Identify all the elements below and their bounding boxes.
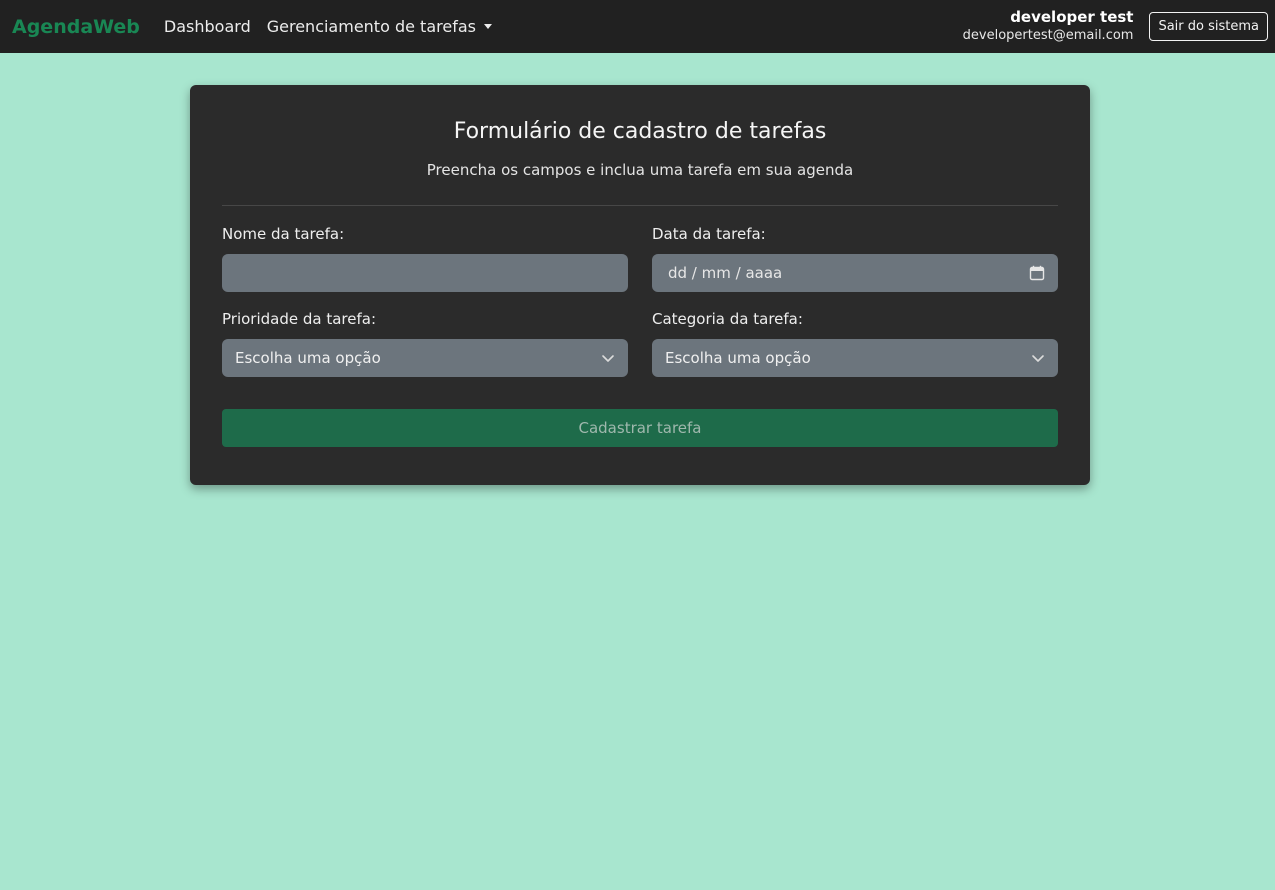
user-name: developer test: [1010, 8, 1134, 27]
task-date-input[interactable]: dd / mm / aaaa: [652, 254, 1058, 292]
top-navbar: AgendaWeb Dashboard Gerenciamento de tar…: [0, 0, 1275, 53]
user-info: developer test developertest@email.com: [963, 8, 1134, 44]
form-fields: Nome da tarefa: Data da tarefa: dd / mm …: [222, 225, 1058, 377]
task-priority-select[interactable]: Escolha uma opção: [222, 339, 628, 377]
logout-button[interactable]: Sair do sistema: [1149, 12, 1268, 41]
form-subtitle: Preencha os campos e inclua uma tarefa e…: [426, 161, 854, 179]
field-task-priority: Prioridade da tarefa: Escolha uma opção: [222, 310, 628, 377]
caret-down-icon: [483, 24, 492, 29]
chevron-down-icon: [602, 355, 614, 362]
task-date-label: Data da tarefa:: [652, 225, 766, 243]
task-name-label: Nome da tarefa:: [222, 225, 345, 243]
calendar-icon[interactable]: [1029, 265, 1045, 281]
priority-selected-value: Escolha uma opção: [235, 349, 381, 367]
task-category-select[interactable]: Escolha uma opção: [652, 339, 1058, 377]
form-divider: [222, 205, 1058, 206]
brand-logo[interactable]: AgendaWeb: [12, 16, 140, 38]
form-title: Formulário de cadastro de tarefas: [453, 119, 827, 144]
task-form-card: Formulário de cadastro de tarefas Preenc…: [190, 85, 1090, 485]
user-email: developertest@email.com: [962, 27, 1134, 43]
field-task-category: Categoria da tarefa: Escolha uma opção: [652, 310, 1058, 377]
nav-dropdown-task-management[interactable]: Gerenciamento de tarefas: [267, 17, 492, 36]
task-priority-label: Prioridade da tarefa:: [222, 310, 377, 328]
field-task-name: Nome da tarefa:: [222, 225, 628, 292]
chevron-down-icon: [1032, 355, 1044, 362]
task-name-input[interactable]: [222, 254, 628, 292]
nav-dropdown-label: Gerenciamento de tarefas: [266, 17, 476, 36]
category-selected-value: Escolha uma opção: [665, 349, 811, 367]
task-category-label: Categoria da tarefa:: [652, 310, 803, 328]
date-placeholder: dd / mm / aaaa: [668, 264, 783, 282]
nav-link-dashboard[interactable]: Dashboard: [164, 17, 251, 36]
field-task-date: Data da tarefa: dd / mm / aaaa: [652, 225, 1058, 292]
submit-task-button[interactable]: Cadastrar tarefa: [222, 409, 1058, 447]
